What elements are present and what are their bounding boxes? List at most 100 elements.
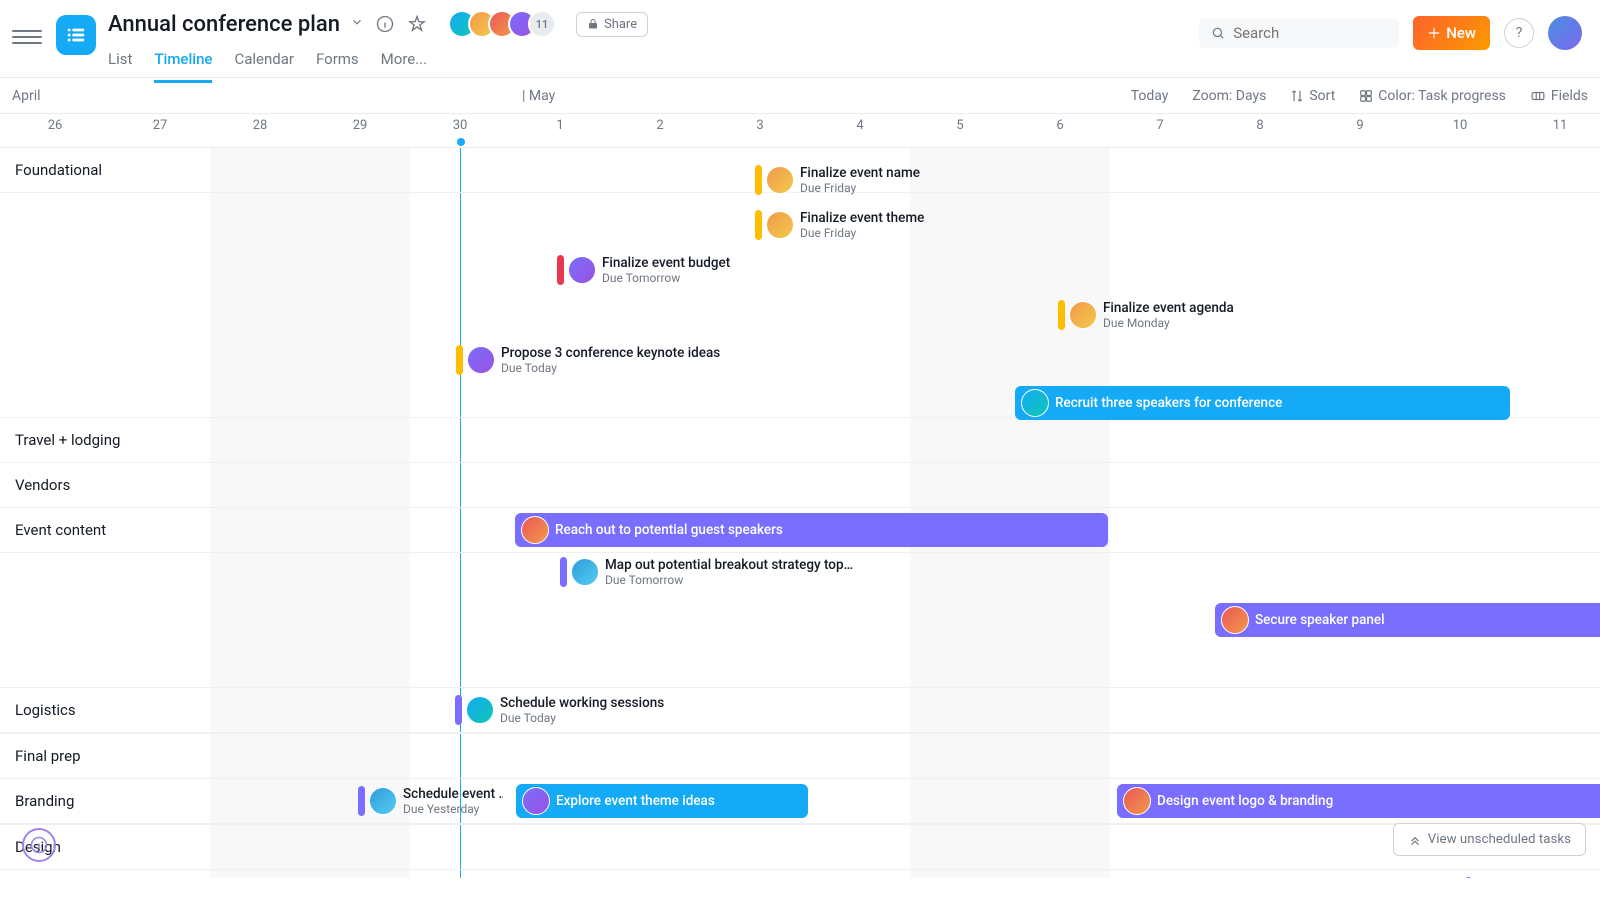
section-header-design[interactable]: Design	[0, 825, 1600, 870]
section-header-vendors[interactable]: Vendors	[0, 463, 1600, 508]
task-name-label: Recruit three speakers for conference	[1055, 395, 1282, 411]
list-icon	[65, 24, 87, 46]
section-foundational: Foundational Finalize event nameDue Frid…	[0, 148, 1600, 418]
hamburger-menu[interactable]	[12, 22, 42, 52]
assignee-avatar[interactable]	[1123, 787, 1151, 815]
month-label-april: April	[12, 88, 41, 104]
task-recruit-speakers[interactable]: Recruit three speakers for conference	[1015, 386, 1510, 420]
task-due-label: Due Today	[500, 711, 664, 725]
status-chip	[755, 210, 762, 240]
assignee-avatar[interactable]	[571, 558, 599, 586]
assignee-avatar[interactable]	[1069, 301, 1097, 329]
task-name-label: Schedule event …	[403, 786, 503, 802]
assignee-avatar[interactable]	[467, 346, 495, 374]
task-send-save-the-date[interactable]: Send save the da	[1465, 875, 1600, 878]
assignee-avatar[interactable]	[766, 166, 794, 194]
sort-icon	[1290, 89, 1304, 103]
info-icon[interactable]	[374, 13, 396, 35]
assignee-avatar[interactable]	[522, 787, 550, 815]
task-secure-speaker-panel[interactable]: Secure speaker panel	[1215, 603, 1600, 637]
task-keynote-ideas[interactable]: Propose 3 conference keynote ideasDue To…	[456, 343, 720, 377]
new-label: New	[1446, 24, 1476, 42]
section-header[interactable]: Promotion	[0, 870, 1600, 878]
fields-control[interactable]: Fields	[1530, 88, 1588, 104]
share-button[interactable]: Share	[576, 12, 648, 37]
sort-control[interactable]: Sort	[1290, 88, 1335, 104]
view-unscheduled-button[interactable]: View unscheduled tasks	[1393, 823, 1586, 856]
date-cell-10: 6	[1010, 114, 1110, 147]
status-chip	[456, 345, 463, 375]
section-header[interactable]: Logistics	[0, 688, 1600, 733]
section-branding: Branding Schedule event …Due Yesterday E…	[0, 779, 1600, 825]
assignee-avatar[interactable]	[1021, 389, 1049, 417]
section-header-final-prep[interactable]: Final prep	[0, 734, 1600, 779]
status-chip	[755, 165, 762, 195]
task-finalize-event-theme[interactable]: Finalize event themeDue Friday	[755, 208, 924, 242]
task-name-label: Propose 3 conference keynote ideas	[501, 345, 720, 361]
section-promotion: Promotion Send save the da	[0, 870, 1600, 878]
assignee-avatar[interactable]	[766, 211, 794, 239]
tab-list[interactable]: List	[108, 44, 132, 83]
task-name-label: Schedule working sessions	[500, 695, 664, 711]
task-name-label: Explore event theme ideas	[556, 793, 715, 809]
tab-timeline[interactable]: Timeline	[154, 44, 212, 83]
task-finalize-event-agenda[interactable]: Finalize event agendaDue Monday	[1058, 298, 1234, 332]
task-name-label: Reach out to potential guest speakers	[555, 522, 783, 538]
task-due-label: Due Friday	[800, 181, 920, 195]
status-chip	[1465, 877, 1472, 878]
date-cell-0: 26	[0, 114, 110, 147]
task-finalize-event-budget[interactable]: Finalize event budgetDue Tomorrow	[557, 253, 730, 287]
today-button[interactable]: Today	[1131, 88, 1169, 104]
task-name-label: Finalize event agenda	[1103, 300, 1234, 316]
project-icon[interactable]	[56, 15, 96, 55]
collaborator-avatars[interactable]: 11	[448, 10, 556, 38]
status-chip	[455, 695, 462, 725]
task-name-label: Finalize event theme	[800, 210, 924, 226]
task-schedule-event[interactable]: Schedule event …Due Yesterday	[358, 784, 503, 818]
tab-forms[interactable]: Forms	[316, 44, 359, 83]
fields-icon	[1530, 89, 1546, 103]
task-design-logo-branding[interactable]: Design event logo & branding	[1117, 784, 1600, 818]
assignee-avatar[interactable]	[568, 256, 596, 284]
zoom-control[interactable]: Zoom: Days	[1192, 88, 1266, 104]
assignee-avatar[interactable]	[1221, 606, 1249, 634]
date-cell-12: 8	[1210, 114, 1310, 147]
task-name-label: Secure speaker panel	[1255, 612, 1385, 628]
status-chip	[560, 557, 567, 587]
tab-calendar[interactable]: Calendar	[234, 44, 294, 83]
task-explore-theme-ideas[interactable]: Explore event theme ideas	[516, 784, 808, 818]
assignee-avatar[interactable]	[521, 516, 549, 544]
task-reach-out-speakers[interactable]: Reach out to potential guest speakers	[515, 513, 1108, 547]
expand-icon	[1408, 833, 1422, 847]
help-button[interactable]: ?	[1504, 18, 1534, 48]
section-header-travel[interactable]: Travel + lodging	[0, 418, 1600, 463]
search-input[interactable]	[1233, 24, 1387, 42]
date-cell-8: 4	[810, 114, 910, 147]
timeline-sections: Foundational Finalize event nameDue Frid…	[0, 148, 1600, 878]
plus-icon	[1427, 26, 1441, 40]
task-due-label: Due Tomorrow	[602, 271, 730, 285]
assignee-avatar[interactable]	[369, 787, 397, 815]
project-title[interactable]: Annual conference plan	[108, 12, 340, 37]
tab-more[interactable]: More...	[381, 44, 427, 83]
share-label: Share	[604, 17, 637, 32]
status-chip	[557, 255, 564, 285]
task-schedule-working-sessions[interactable]: Schedule working sessionsDue Today	[455, 693, 664, 727]
current-user-avatar[interactable]	[1548, 16, 1582, 50]
project-menu-chevron-icon[interactable]	[350, 15, 364, 33]
assignee-avatar[interactable]	[466, 696, 494, 724]
task-due-label: Due Today	[501, 361, 720, 375]
avatar-overflow-count[interactable]: 11	[528, 10, 556, 38]
color-control[interactable]: Color: Task progress	[1359, 88, 1506, 104]
search-box[interactable]	[1199, 18, 1399, 48]
view-unscheduled-label: View unscheduled tasks	[1428, 832, 1571, 847]
star-icon[interactable]	[406, 13, 428, 35]
hint-badge[interactable]	[22, 828, 56, 862]
new-button[interactable]: New	[1413, 16, 1490, 50]
task-map-breakout[interactable]: Map out potential breakout strategy top……	[560, 555, 853, 589]
date-cell-3: 29	[310, 114, 410, 147]
section-logistics: Logistics Schedule working sessionsDue T…	[0, 688, 1600, 734]
task-name-label: Finalize event name	[800, 165, 920, 181]
task-finalize-event-name[interactable]: Finalize event nameDue Friday	[755, 163, 920, 197]
date-cell-11: 7	[1110, 114, 1210, 147]
